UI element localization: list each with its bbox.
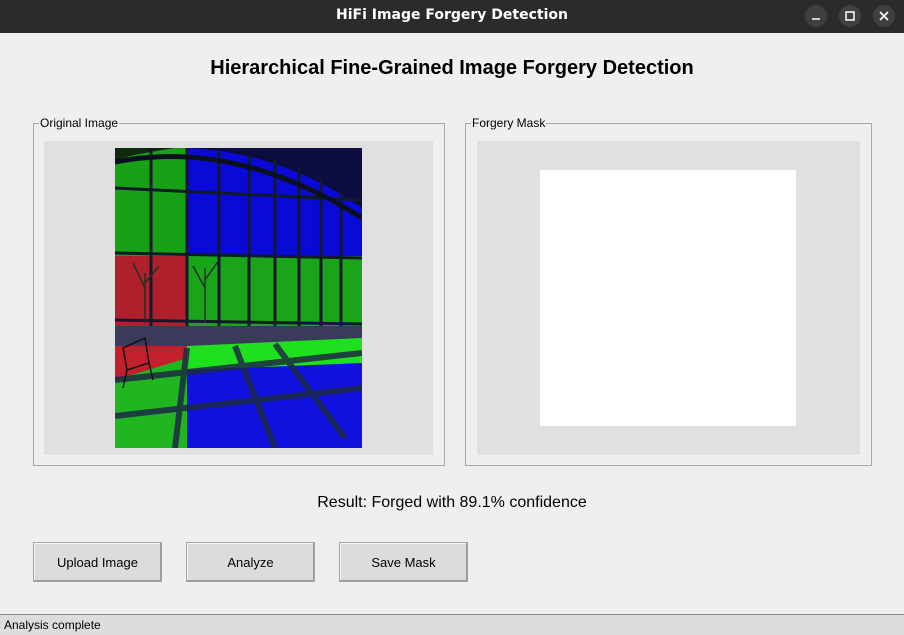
maximize-button[interactable] <box>839 5 861 27</box>
analyze-button[interactable]: Analyze <box>186 542 315 582</box>
result-text: Result: Forged with 89.1% confidence <box>317 494 587 511</box>
minimize-icon <box>812 18 820 20</box>
minimize-button[interactable] <box>805 5 827 27</box>
window-titlebar: HiFi Image Forgery Detection <box>0 0 904 33</box>
original-image-frame: Original Image <box>33 116 445 466</box>
original-image <box>115 148 362 448</box>
original-image-canvas <box>44 141 433 455</box>
close-button[interactable] <box>873 5 895 27</box>
status-bar: Analysis complete <box>0 614 904 635</box>
main-window: Hierarchical Fine-Grained Image Forgery … <box>0 33 904 635</box>
window-title: HiFi Image Forgery Detection <box>335 7 568 23</box>
forgery-mask-label: Forgery Mask <box>471 116 547 130</box>
maximize-icon <box>845 11 855 21</box>
close-icon <box>879 11 889 21</box>
forgery-mask-image <box>540 170 796 426</box>
forgery-mask-frame: Forgery Mask <box>465 116 872 466</box>
original-image-label: Original Image <box>39 116 120 130</box>
upload-image-button[interactable]: Upload Image <box>33 542 162 582</box>
forgery-mask-canvas <box>477 141 860 455</box>
page-title: Hierarchical Fine-Grained Image Forgery … <box>210 57 694 79</box>
save-mask-button[interactable]: Save Mask <box>339 542 468 582</box>
